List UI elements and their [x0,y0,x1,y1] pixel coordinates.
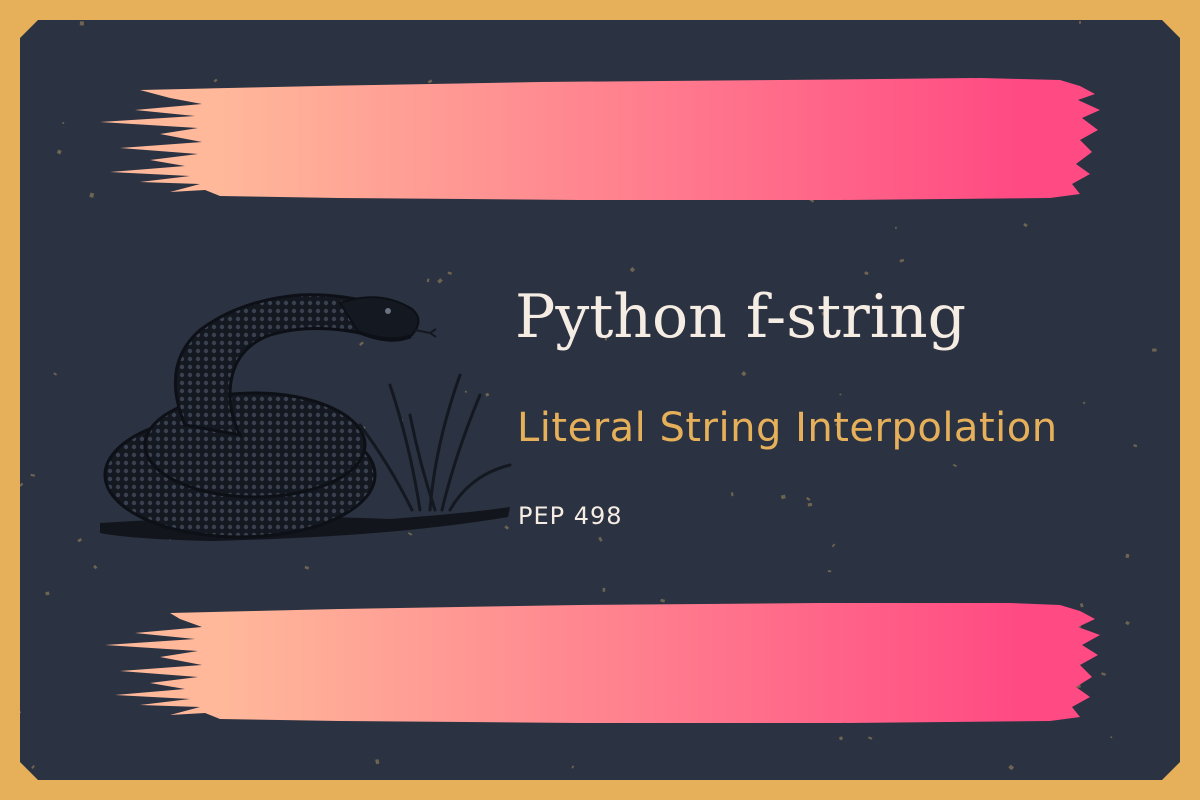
snake-illustration [100,293,512,541]
speckle [952,463,957,468]
speckle [741,371,747,377]
speckle [827,570,832,573]
speckle [839,393,842,396]
top-brush-stroke [100,78,1100,200]
speckle [831,543,836,548]
speckle [24,24,28,28]
speckle [807,502,813,507]
speckle [598,536,603,542]
speckle [1079,21,1081,24]
speckle [53,372,57,376]
speckle [304,565,310,570]
speckle [31,765,35,769]
subtitle: Literal String Interpolation [517,405,1058,451]
speckle [30,473,36,477]
speckle [629,266,636,273]
speckle [77,538,83,543]
speckle [375,759,380,765]
title: Python f-string [515,282,967,352]
pep-label: PEP 498 [518,502,623,530]
speckle [93,564,98,570]
speckle [730,492,734,497]
speckle [1008,764,1015,771]
speckle [1152,348,1157,352]
speckle [899,258,905,263]
speckle [805,496,811,501]
speckle [864,271,869,276]
speckle [1082,401,1086,405]
speckle [79,21,84,26]
banner-card: Python f-string Literal String Interpola… [20,20,1180,780]
speckle [780,494,786,500]
speckle [20,482,24,487]
speckle [1133,444,1138,448]
speckle [571,765,575,769]
speckle [1125,553,1130,559]
bottom-brush-stroke [105,603,1100,723]
